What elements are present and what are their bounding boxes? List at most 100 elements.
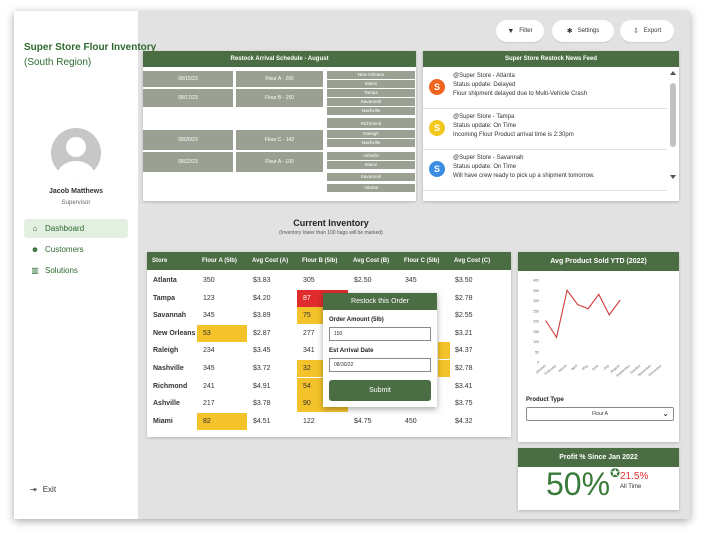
table-cell: $3.75 xyxy=(455,400,473,408)
y-tick-label: 400 xyxy=(533,279,539,283)
x-tick-label: February xyxy=(544,364,557,376)
y-tick-label: 50 xyxy=(535,350,539,354)
table-cell: 305 xyxy=(303,277,315,284)
scroll-up-icon[interactable] xyxy=(670,71,676,75)
column-header: Flour A (5lb) xyxy=(202,258,237,264)
schedule-date: 08/15/23 xyxy=(143,71,233,87)
data-point xyxy=(555,336,558,338)
settings-label: Settings xyxy=(577,28,600,34)
data-point xyxy=(587,308,589,310)
inventory-title: Current Inventory xyxy=(293,218,369,228)
table-cell: 345 xyxy=(203,312,215,320)
brand-title: Super Store Flour Inventory xyxy=(24,42,157,53)
user-name: Jacob Matthews xyxy=(48,188,104,195)
sidebar-item-solutions[interactable]: ▥ Solutions xyxy=(24,261,128,280)
profit-change-sub: All Time xyxy=(620,484,642,490)
submit-button[interactable]: Submit xyxy=(329,380,431,401)
news-scrollbar[interactable] xyxy=(669,71,677,191)
filter-label: Filter xyxy=(519,28,533,34)
store-name-cell: Nashville xyxy=(153,365,184,372)
sidebar-item-customers[interactable]: ☻ Customers xyxy=(24,240,128,259)
column-header: Avg Cost (C) xyxy=(454,258,491,264)
y-tick-label: 200 xyxy=(533,320,539,324)
export-label: Export xyxy=(643,28,662,34)
product-type-select[interactable]: Flour A ⌄ xyxy=(526,407,674,421)
schedule-grid: 08/15/23 Flour A - 200 08/17/23 Flour B … xyxy=(143,67,416,201)
table-cell: 122 xyxy=(303,417,315,425)
amount-label: Order Amount (5lb) xyxy=(329,317,384,323)
schedule-city: Richmond xyxy=(327,118,415,129)
data-point xyxy=(577,304,579,306)
sidebar: Super Store Flour Inventory (South Regio… xyxy=(14,11,156,519)
news-message: Will have crew ready to pick up a shipme… xyxy=(453,173,595,179)
app-window: Super Store Flour Inventory (South Regio… xyxy=(14,11,690,519)
y-tick-label: 300 xyxy=(533,299,539,303)
table-cell: 345 xyxy=(203,365,215,372)
news-message: Flour shipment delayed due to Multi-Vehi… xyxy=(453,91,588,97)
low-stock-marker xyxy=(438,360,450,377)
news-item: S @Super Store - Atlanta Status update: … xyxy=(423,69,667,109)
order-amount-input[interactable]: 150 xyxy=(329,327,431,341)
table-cell: $2.87 xyxy=(253,329,271,337)
table-cell: $4.51 xyxy=(253,417,271,425)
table-cell: $4.37 xyxy=(455,347,473,355)
schedule-city: Nashville xyxy=(327,139,415,148)
exit-label: Exit xyxy=(42,485,57,494)
download-icon: ⇩ xyxy=(632,28,639,35)
table-cell: $3.89 xyxy=(253,312,271,320)
news-status: Status update: Delayed xyxy=(453,82,516,88)
table-cell: $3.50 xyxy=(455,277,473,284)
exit-button[interactable]: ⇥ Exit xyxy=(30,485,56,494)
table-cell: 234 xyxy=(203,347,215,355)
filter-button[interactable]: ▼ Filter xyxy=(496,20,544,42)
store-name-cell: Atlanta xyxy=(153,277,177,284)
gear-badge-icon: ✪ xyxy=(610,466,621,480)
store-avatar-icon: S xyxy=(429,120,445,136)
sidebar-item-label: Solutions xyxy=(45,266,78,275)
table-cell: 82 xyxy=(197,412,247,430)
sidebar-item-label: Customers xyxy=(45,245,84,254)
export-button[interactable]: ⇩ Export xyxy=(620,20,674,42)
users-icon: ☻ xyxy=(30,245,40,254)
schedule-city: Nashville xyxy=(327,107,415,116)
data-point xyxy=(608,314,610,316)
sidebar-item-label: Dashboard xyxy=(45,224,85,233)
x-tick-label: April xyxy=(570,364,578,372)
schedule-city: Miami xyxy=(327,161,415,170)
scroll-down-icon[interactable] xyxy=(670,175,676,179)
arrival-date-input[interactable]: 08/30/22 xyxy=(329,358,431,372)
x-tick-label: March xyxy=(558,364,568,373)
inventory-header-row: Store Flour A (5lb) Avg Cost (A) Flour B… xyxy=(147,252,511,270)
sidebar-item-dashboard[interactable]: ⌂ Dashboard xyxy=(24,219,128,238)
schedule-city: Atlanta xyxy=(327,184,415,193)
column-header: Store xyxy=(152,258,168,264)
schedule-flour: Flour B - 150 xyxy=(236,89,323,107)
bar-chart-icon: ▥ xyxy=(31,266,39,275)
news-handle: @Super Store - Savannah xyxy=(453,155,524,161)
y-tick-label: 350 xyxy=(533,289,539,293)
table-cell: 123 xyxy=(203,294,215,302)
store-name-cell: Savannah xyxy=(153,312,187,320)
profit-title: Profit % Since Jan 2022 xyxy=(518,448,679,467)
column-header: Flour B (5lb) xyxy=(302,258,338,264)
settings-button[interactable]: ✱ Settings xyxy=(552,20,614,42)
inventory-note: (Inventory lower than 100 bags will be m… xyxy=(279,230,383,236)
schedule-flour: Flour A - 100 xyxy=(236,152,323,172)
table-cell: $4.32 xyxy=(455,417,473,425)
data-point xyxy=(566,289,568,291)
news-handle: @Super Store - Tampa xyxy=(453,114,515,120)
news-status: Status update: On Time xyxy=(453,164,517,170)
news-item: S @Super Store - Savannah Status update:… xyxy=(423,151,667,191)
brand-subtitle: (South Region) xyxy=(24,57,92,68)
news-list: S @Super Store - Atlanta Status update: … xyxy=(423,69,669,197)
table-cell: $3.83 xyxy=(253,277,271,284)
store-name-cell: Raleigh xyxy=(153,347,179,355)
store-name-cell: Miami xyxy=(153,417,173,425)
schedule-flour: Flour C - 142 xyxy=(236,130,323,150)
table-cell: $2.78 xyxy=(455,365,473,372)
store-name-cell: New Orleans xyxy=(153,329,196,337)
news-message: Incoming Flour Product arrival time is 2… xyxy=(453,132,574,138)
news-title: Super Store Restock News Feed xyxy=(423,51,679,67)
restock-schedule-panel: Restock Arrival Schedule - August 08/15/… xyxy=(143,51,416,201)
scroll-thumb[interactable] xyxy=(670,83,676,147)
